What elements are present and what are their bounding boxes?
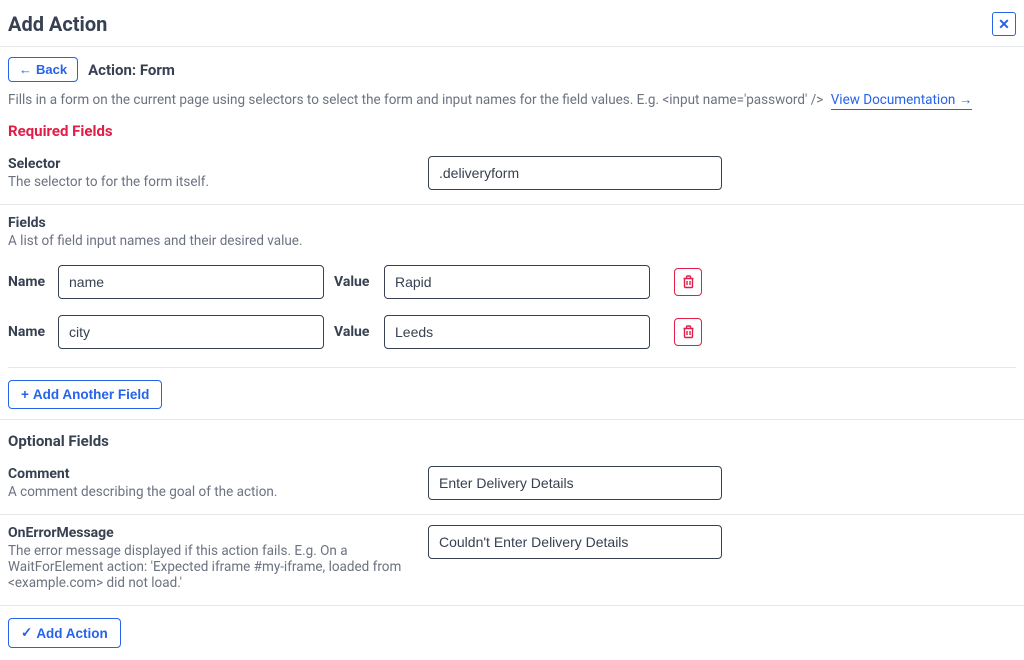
name-label: Name [8, 274, 48, 290]
comment-desc: A comment describing the goal of the act… [8, 484, 428, 500]
field-value-input[interactable] [384, 315, 650, 349]
name-label: Name [8, 324, 48, 340]
add-field-label: Add Another Field [33, 387, 150, 402]
comment-label: Comment [8, 466, 428, 482]
trash-icon [682, 325, 695, 339]
optional-fields-heading: Optional Fields [0, 420, 1024, 456]
fields-label: Fields [8, 215, 1016, 231]
delete-field-button[interactable] [674, 318, 702, 346]
field-value-input[interactable] [384, 265, 650, 299]
add-action-button[interactable]: ✓ Add Action [8, 618, 121, 648]
check-icon: ✓ [21, 625, 32, 641]
back-button-label: Back [36, 62, 67, 77]
value-label: Value [334, 274, 374, 290]
page-title: Add Action [8, 12, 107, 36]
action-description: Fills in a form on the current page usin… [8, 92, 823, 108]
add-another-field-button[interactable]: + Add Another Field [8, 380, 162, 409]
field-name-input[interactable] [58, 265, 324, 299]
doc-link-label: View Documentation [831, 92, 956, 108]
delete-field-button[interactable] [674, 268, 702, 296]
field-row: Name Value [8, 265, 1016, 299]
view-documentation-link[interactable]: View Documentation → [831, 92, 973, 110]
action-heading: Action: Form [88, 61, 175, 79]
selector-label: Selector [8, 156, 428, 172]
close-button[interactable]: ✕ [992, 12, 1016, 36]
onerror-input[interactable] [428, 525, 722, 559]
arrow-right-icon: → [959, 92, 973, 108]
onerror-desc: The error message displayed if this acti… [8, 543, 428, 591]
selector-input[interactable] [428, 156, 722, 190]
comment-input[interactable] [428, 466, 722, 500]
add-action-label: Add Action [36, 626, 108, 641]
plus-icon: + [21, 387, 29, 402]
onerror-label: OnErrorMessage [8, 525, 428, 541]
trash-icon [682, 275, 695, 289]
required-fields-heading: Required Fields [0, 116, 1024, 146]
field-row: Name Value [8, 315, 1016, 349]
selector-desc: The selector to for the form itself. [8, 174, 428, 190]
value-label: Value [334, 324, 374, 340]
back-button[interactable]: ← Back [8, 57, 78, 82]
close-icon: ✕ [998, 16, 1010, 33]
arrow-left-icon: ← [19, 62, 32, 77]
fields-desc: A list of field input names and their de… [8, 233, 1016, 249]
field-name-input[interactable] [58, 315, 324, 349]
